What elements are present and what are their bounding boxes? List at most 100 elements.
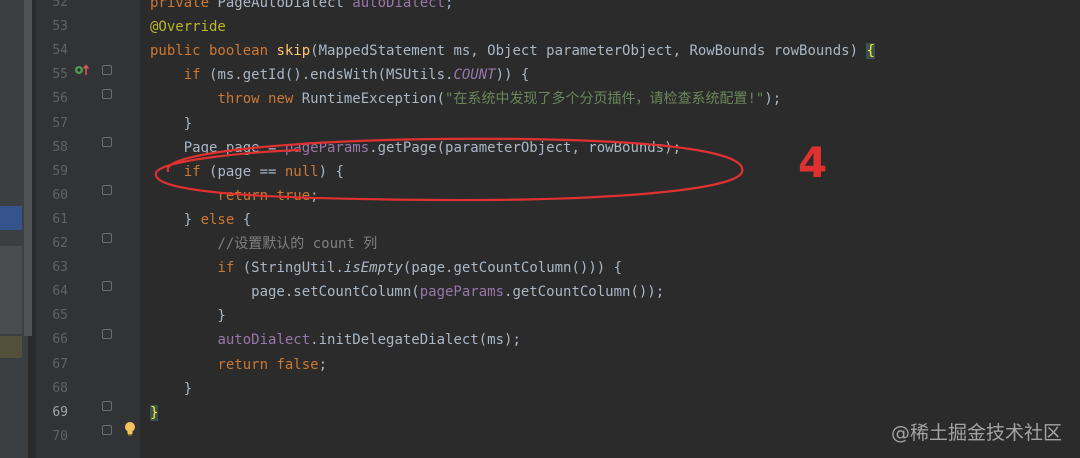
code-token: (StringUtil. — [242, 260, 344, 276]
code-token: autoDialect — [217, 332, 311, 348]
code-token: .getPage(parameterObject, rowBounds); — [369, 140, 682, 156]
line-number: 61 — [52, 212, 68, 227]
code-text[interactable]: if (ms.getId().endsWith(MSUtils.COUNT)) … — [150, 63, 530, 87]
code-line[interactable]: 60 return true; — [0, 184, 1080, 208]
code-token: if — [183, 67, 210, 83]
code-line[interactable]: 59 if (page == null) { — [0, 160, 1080, 184]
line-number: 55 — [52, 67, 68, 82]
code-token: ) { — [318, 164, 344, 180]
code-token: return false — [217, 357, 319, 373]
code-text[interactable]: //设置默认的 count 列 — [150, 232, 377, 256]
step-number-label: 4 — [798, 138, 828, 187]
code-text[interactable]: page.setCountColumn(pageParams.getCountC… — [150, 280, 664, 304]
fold-marker-icon[interactable] — [102, 137, 112, 147]
fold-marker-icon[interactable] — [102, 89, 112, 99]
code-token: else — [200, 212, 243, 228]
code-line[interactable]: 57 } — [0, 112, 1080, 136]
line-number: 58 — [52, 140, 68, 155]
code-token: @Override — [150, 19, 226, 35]
code-line[interactable]: 61 } else { — [0, 208, 1080, 232]
code-token: .getCountColumn()); — [504, 284, 665, 300]
code-token: autoDialect — [352, 0, 446, 11]
code-text[interactable]: throw new RuntimeException("在系统中发现了多个分页插… — [150, 87, 781, 111]
code-text[interactable]: if (StringUtil.isEmpty(page.getCountColu… — [150, 256, 622, 280]
fold-marker-icon[interactable] — [102, 185, 112, 195]
code-line[interactable]: 54 public boolean skip(MappedStatement ms… — [0, 39, 1080, 63]
code-text[interactable]: } else { — [150, 208, 251, 232]
code-token: (MappedStatement ms, Object parameterObj… — [310, 43, 867, 59]
line-number: 65 — [52, 308, 68, 323]
code-token: if — [217, 260, 243, 276]
line-number: 60 — [52, 188, 68, 203]
code-text[interactable]: public boolean skip(MappedStatement ms, … — [150, 39, 875, 63]
code-text[interactable]: Page page = pageParams.getPage(parameter… — [150, 136, 681, 160]
code-token: return true — [217, 188, 311, 204]
code-text[interactable]: return true; — [150, 184, 318, 208]
code-line[interactable]: 65 } — [0, 304, 1080, 328]
code-token: throw new — [217, 91, 302, 107]
fold-marker-icon[interactable] — [102, 65, 112, 75]
code-token: public boolean — [150, 43, 277, 59]
line-number: 64 — [52, 284, 68, 299]
code-text[interactable]: if (page == null) { — [150, 160, 344, 184]
line-number: 69 — [52, 405, 68, 420]
code-token: isEmpty — [343, 260, 403, 276]
code-line[interactable]: 53 @Override — [0, 15, 1080, 39]
fold-marker-icon[interactable] — [102, 329, 112, 339]
line-number: 56 — [52, 91, 68, 106]
code-token: .initDelegateDialect(ms); — [310, 332, 521, 348]
line-number: 70 — [52, 429, 68, 444]
code-token: (page == — [209, 164, 285, 180]
line-number: 52 — [52, 0, 68, 10]
code-token: } — [150, 381, 193, 397]
code-text[interactable]: } — [150, 377, 192, 401]
line-number: 62 — [52, 236, 68, 251]
code-line[interactable]: 64 page.setCountColumn(pageParams.getCou… — [0, 280, 1080, 304]
code-token: Page page = — [150, 140, 285, 156]
code-token: pageParams — [419, 284, 505, 300]
code-line[interactable]: 66 autoDialect.initDelegateDialect(ms); — [0, 328, 1080, 352]
code-token: "在系统中发现了多个分页插件，请检查系统配置!" — [445, 91, 765, 107]
code-text[interactable]: } — [150, 304, 225, 328]
code-token: (ms.getId().endsWith(MSUtils. — [209, 67, 454, 83]
line-number: 54 — [52, 43, 68, 58]
line-number: 59 — [52, 164, 68, 179]
code-line[interactable]: 67 return false; — [0, 353, 1080, 377]
code-line[interactable]: 63 if (StringUtil.isEmpty(page.getCountC… — [0, 256, 1080, 280]
lightbulb-icon[interactable] — [123, 421, 137, 436]
line-number: 53 — [52, 19, 68, 34]
code-text[interactable]: } — [150, 112, 192, 136]
code-line[interactable]: 52 private PageAutoDialect autoDialect; — [0, 0, 1080, 15]
code-text[interactable]: @Override — [150, 15, 226, 39]
fold-marker-icon[interactable] — [102, 281, 112, 291]
code-line[interactable]: 58 Page page = pageParams.getPage(parame… — [0, 136, 1080, 160]
code-token: skip — [276, 43, 311, 59]
code-token: private — [150, 0, 218, 11]
code-line[interactable]: 56 throw new RuntimeException("在系统中发现了多个… — [0, 87, 1080, 111]
fold-marker-icon[interactable] — [102, 425, 112, 435]
code-token: } — [150, 212, 201, 228]
code-token: (page.getCountColumn())) { — [402, 260, 623, 276]
code-token: } — [150, 116, 193, 132]
code-token: PageAutoDialect — [217, 0, 353, 11]
watermark-text: @稀土掘金技术社区 — [890, 422, 1062, 444]
override-up-icon[interactable] — [74, 63, 90, 77]
code-line[interactable]: 68 } — [0, 377, 1080, 401]
code-token: ; — [318, 357, 328, 373]
code-text[interactable]: autoDialect.initDelegateDialect(ms); — [150, 328, 521, 352]
code-text[interactable]: return false; — [150, 353, 327, 377]
code-text[interactable]: } — [150, 401, 159, 425]
code-token: { — [866, 43, 875, 59]
fold-marker-icon[interactable] — [102, 401, 112, 411]
code-text[interactable]: private PageAutoDialect autoDialect; — [150, 0, 453, 15]
code-token: COUNT — [453, 67, 496, 83]
code-line[interactable]: 62 //设置默认的 count 列 — [0, 232, 1080, 256]
code-line[interactable]: 55 if (ms.getId().endsWith(MSUtils.COUNT… — [0, 63, 1080, 87]
fold-marker-icon[interactable] — [102, 233, 112, 243]
